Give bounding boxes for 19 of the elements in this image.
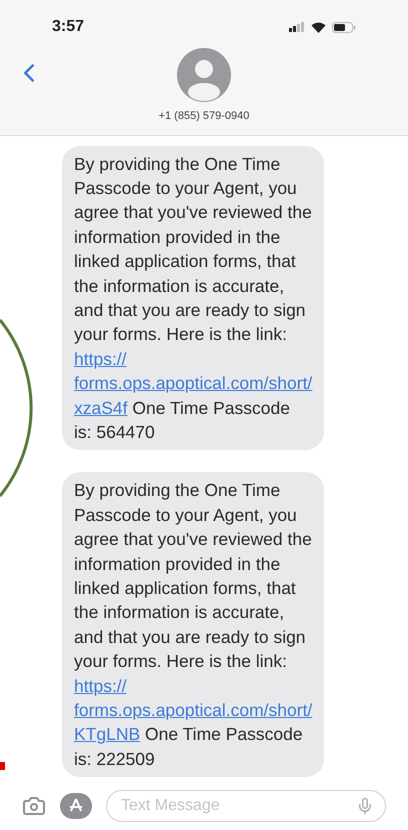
signal-icon	[289, 22, 305, 32]
annotation-mark	[0, 762, 5, 770]
message-link[interactable]: forms.ops.apoptical.com/short/	[74, 700, 312, 720]
message-field[interactable]: Text Message	[106, 790, 386, 822]
message-link[interactable]: KTgLNB	[74, 724, 140, 744]
message-link[interactable]: forms.ops.apoptical.com/short/	[74, 373, 312, 394]
avatar-icon	[177, 48, 231, 102]
message-text: By providing the One Time Passcode to your Agent, you agree that you've reviewed the information provided in the linked application forms, that the information is accurate, and that you are ready to sign your forms. Here is the link: https:// forms.ops.apoptical.com/short/ KTgLNB One Time Passcode is: 222509	[74, 479, 312, 771]
message-link[interactable]: xzaS4f	[74, 398, 128, 418]
camera-icon[interactable]	[22, 794, 46, 818]
contact-number[interactable]: +1 (855) 579-0940	[158, 108, 250, 124]
message-link[interactable]: https://	[74, 676, 127, 696]
battery-icon	[332, 22, 356, 32]
message-text: By providing the One Time Passcode to your Agent, you agree that you've reviewed the information provided in the linked application forms, that the information is accurate, and that you are ready to sign your forms. Here is the link: https:// forms.ops.apoptical.com/short/ xzaS4f One Time Passcode is: 564470	[74, 152, 312, 444]
wifi-icon	[311, 22, 326, 32]
message-link[interactable]: https://	[74, 348, 127, 369]
microphone-icon[interactable]	[356, 797, 374, 815]
status-time: 3:57	[52, 17, 84, 37]
app-store-icon[interactable]	[60, 793, 92, 819]
